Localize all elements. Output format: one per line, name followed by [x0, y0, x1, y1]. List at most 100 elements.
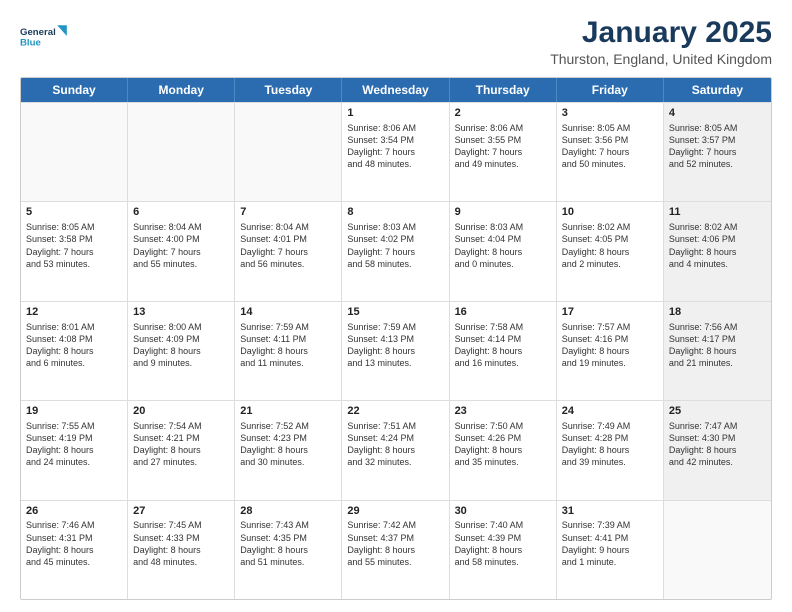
- cell-text: Sunrise: 7:39 AMSunset: 4:41 PMDaylight:…: [562, 519, 658, 568]
- day-number: 28: [240, 504, 336, 519]
- day-number: 12: [26, 305, 122, 320]
- cell-text: Sunrise: 7:52 AMSunset: 4:23 PMDaylight:…: [240, 420, 336, 469]
- day-number: 16: [455, 305, 551, 320]
- day-number: 30: [455, 504, 551, 519]
- cal-cell-w2-d1: 5Sunrise: 8:05 AMSunset: 3:58 PMDaylight…: [21, 202, 128, 300]
- header-day-monday: Monday: [128, 78, 235, 102]
- cell-text: Sunrise: 7:54 AMSunset: 4:21 PMDaylight:…: [133, 420, 229, 469]
- cell-text: Sunrise: 7:49 AMSunset: 4:28 PMDaylight:…: [562, 420, 658, 469]
- cell-text: Sunrise: 8:02 AMSunset: 4:06 PMDaylight:…: [669, 221, 766, 270]
- day-number: 31: [562, 504, 658, 519]
- calendar-header: SundayMondayTuesdayWednesdayThursdayFrid…: [21, 78, 771, 102]
- cal-cell-w2-d2: 6Sunrise: 8:04 AMSunset: 4:00 PMDaylight…: [128, 202, 235, 300]
- header-day-thursday: Thursday: [450, 78, 557, 102]
- cell-text: Sunrise: 7:55 AMSunset: 4:19 PMDaylight:…: [26, 420, 122, 469]
- day-number: 23: [455, 404, 551, 419]
- day-number: 29: [347, 504, 443, 519]
- subtitle: Thurston, England, United Kingdom: [550, 51, 772, 67]
- cell-text: Sunrise: 8:02 AMSunset: 4:05 PMDaylight:…: [562, 221, 658, 270]
- cal-cell-w5-d6: 31Sunrise: 7:39 AMSunset: 4:41 PMDayligh…: [557, 501, 664, 599]
- cal-cell-w3-d4: 15Sunrise: 7:59 AMSunset: 4:13 PMDayligh…: [342, 302, 449, 400]
- cell-text: Sunrise: 7:43 AMSunset: 4:35 PMDaylight:…: [240, 519, 336, 568]
- cell-text: Sunrise: 7:57 AMSunset: 4:16 PMDaylight:…: [562, 321, 658, 370]
- cell-text: Sunrise: 7:58 AMSunset: 4:14 PMDaylight:…: [455, 321, 551, 370]
- cal-cell-w1-d5: 2Sunrise: 8:06 AMSunset: 3:55 PMDaylight…: [450, 103, 557, 201]
- cell-text: Sunrise: 8:03 AMSunset: 4:02 PMDaylight:…: [347, 221, 443, 270]
- header-day-saturday: Saturday: [664, 78, 771, 102]
- cell-text: Sunrise: 7:56 AMSunset: 4:17 PMDaylight:…: [669, 321, 766, 370]
- cal-cell-w4-d1: 19Sunrise: 7:55 AMSunset: 4:19 PMDayligh…: [21, 401, 128, 499]
- cell-text: Sunrise: 7:50 AMSunset: 4:26 PMDaylight:…: [455, 420, 551, 469]
- cell-text: Sunrise: 8:04 AMSunset: 4:00 PMDaylight:…: [133, 221, 229, 270]
- cal-cell-w1-d7: 4Sunrise: 8:05 AMSunset: 3:57 PMDaylight…: [664, 103, 771, 201]
- day-number: 22: [347, 404, 443, 419]
- cal-cell-w4-d7: 25Sunrise: 7:47 AMSunset: 4:30 PMDayligh…: [664, 401, 771, 499]
- day-number: 21: [240, 404, 336, 419]
- cell-text: Sunrise: 8:06 AMSunset: 3:55 PMDaylight:…: [455, 122, 551, 171]
- cell-text: Sunrise: 7:40 AMSunset: 4:39 PMDaylight:…: [455, 519, 551, 568]
- day-number: 9: [455, 205, 551, 220]
- cell-text: Sunrise: 8:01 AMSunset: 4:08 PMDaylight:…: [26, 321, 122, 370]
- cal-cell-w2-d5: 9Sunrise: 8:03 AMSunset: 4:04 PMDaylight…: [450, 202, 557, 300]
- cal-cell-w5-d1: 26Sunrise: 7:46 AMSunset: 4:31 PMDayligh…: [21, 501, 128, 599]
- cal-cell-w4-d4: 22Sunrise: 7:51 AMSunset: 4:24 PMDayligh…: [342, 401, 449, 499]
- day-number: 4: [669, 106, 766, 121]
- cal-cell-w1-d1: [21, 103, 128, 201]
- day-number: 19: [26, 404, 122, 419]
- cal-cell-w3-d2: 13Sunrise: 8:00 AMSunset: 4:09 PMDayligh…: [128, 302, 235, 400]
- cal-cell-w1-d3: [235, 103, 342, 201]
- day-number: 8: [347, 205, 443, 220]
- cell-text: Sunrise: 8:05 AMSunset: 3:56 PMDaylight:…: [562, 122, 658, 171]
- cal-cell-w4-d3: 21Sunrise: 7:52 AMSunset: 4:23 PMDayligh…: [235, 401, 342, 499]
- cell-text: Sunrise: 8:06 AMSunset: 3:54 PMDaylight:…: [347, 122, 443, 171]
- day-number: 1: [347, 106, 443, 121]
- cal-cell-w5-d3: 28Sunrise: 7:43 AMSunset: 4:35 PMDayligh…: [235, 501, 342, 599]
- day-number: 17: [562, 305, 658, 320]
- cal-week-1: 1Sunrise: 8:06 AMSunset: 3:54 PMDaylight…: [21, 102, 771, 201]
- day-number: 10: [562, 205, 658, 220]
- cell-text: Sunrise: 8:05 AMSunset: 3:58 PMDaylight:…: [26, 221, 122, 270]
- day-number: 18: [669, 305, 766, 320]
- cal-week-4: 19Sunrise: 7:55 AMSunset: 4:19 PMDayligh…: [21, 400, 771, 499]
- day-number: 2: [455, 106, 551, 121]
- day-number: 14: [240, 305, 336, 320]
- cal-cell-w3-d7: 18Sunrise: 7:56 AMSunset: 4:17 PMDayligh…: [664, 302, 771, 400]
- cell-text: Sunrise: 8:04 AMSunset: 4:01 PMDaylight:…: [240, 221, 336, 270]
- title-block: January 2025 Thurston, England, United K…: [550, 16, 772, 67]
- cal-cell-w3-d5: 16Sunrise: 7:58 AMSunset: 4:14 PMDayligh…: [450, 302, 557, 400]
- day-number: 15: [347, 305, 443, 320]
- cal-cell-w1-d6: 3Sunrise: 8:05 AMSunset: 3:56 PMDaylight…: [557, 103, 664, 201]
- day-number: 3: [562, 106, 658, 121]
- cell-text: Sunrise: 7:46 AMSunset: 4:31 PMDaylight:…: [26, 519, 122, 568]
- cell-text: Sunrise: 7:47 AMSunset: 4:30 PMDaylight:…: [669, 420, 766, 469]
- cal-week-3: 12Sunrise: 8:01 AMSunset: 4:08 PMDayligh…: [21, 301, 771, 400]
- cal-cell-w4-d2: 20Sunrise: 7:54 AMSunset: 4:21 PMDayligh…: [128, 401, 235, 499]
- header-day-friday: Friday: [557, 78, 664, 102]
- cal-cell-w1-d2: [128, 103, 235, 201]
- cal-cell-w4-d6: 24Sunrise: 7:49 AMSunset: 4:28 PMDayligh…: [557, 401, 664, 499]
- cal-cell-w3-d6: 17Sunrise: 7:57 AMSunset: 4:16 PMDayligh…: [557, 302, 664, 400]
- cal-cell-w2-d4: 8Sunrise: 8:03 AMSunset: 4:02 PMDaylight…: [342, 202, 449, 300]
- cal-week-5: 26Sunrise: 7:46 AMSunset: 4:31 PMDayligh…: [21, 500, 771, 599]
- cal-cell-w1-d4: 1Sunrise: 8:06 AMSunset: 3:54 PMDaylight…: [342, 103, 449, 201]
- header-day-tuesday: Tuesday: [235, 78, 342, 102]
- cell-text: Sunrise: 7:45 AMSunset: 4:33 PMDaylight:…: [133, 519, 229, 568]
- cell-text: Sunrise: 8:05 AMSunset: 3:57 PMDaylight:…: [669, 122, 766, 171]
- svg-text:General: General: [20, 27, 56, 38]
- logo-svg: General Blue: [20, 16, 68, 56]
- cal-cell-w5-d5: 30Sunrise: 7:40 AMSunset: 4:39 PMDayligh…: [450, 501, 557, 599]
- cell-text: Sunrise: 7:42 AMSunset: 4:37 PMDaylight:…: [347, 519, 443, 568]
- day-number: 7: [240, 205, 336, 220]
- page: General Blue January 2025 Thurston, Engl…: [0, 0, 792, 612]
- cal-cell-w2-d6: 10Sunrise: 8:02 AMSunset: 4:05 PMDayligh…: [557, 202, 664, 300]
- day-number: 6: [133, 205, 229, 220]
- main-title: January 2025: [550, 16, 772, 49]
- cell-text: Sunrise: 7:59 AMSunset: 4:13 PMDaylight:…: [347, 321, 443, 370]
- header: General Blue January 2025 Thurston, Engl…: [20, 16, 772, 67]
- day-number: 24: [562, 404, 658, 419]
- header-day-sunday: Sunday: [21, 78, 128, 102]
- cal-cell-w2-d7: 11Sunrise: 8:02 AMSunset: 4:06 PMDayligh…: [664, 202, 771, 300]
- logo: General Blue: [20, 16, 68, 56]
- svg-text:Blue: Blue: [20, 38, 41, 49]
- cal-cell-w5-d7: [664, 501, 771, 599]
